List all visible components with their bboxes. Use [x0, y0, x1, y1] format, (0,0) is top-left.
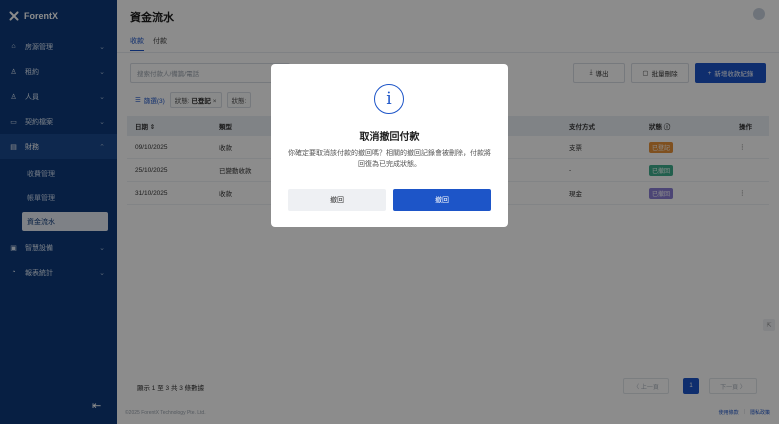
dialog-message: 你確定要取消該付款的撤回嗎？相關的撤回記錄會被刪除，付款將回復為已完成狀態。: [288, 150, 491, 168]
cancel-button[interactable]: 撤回: [288, 189, 386, 211]
info-icon: i: [374, 84, 404, 114]
confirm-dialog: i 取消撤回付款 你確定要取消該付款的撤回嗎？相關的撤回記錄會被刪除，付款將回復…: [271, 64, 508, 227]
dialog-title: 取消撤回付款: [359, 132, 420, 143]
confirm-button[interactable]: 撤回: [393, 189, 491, 211]
